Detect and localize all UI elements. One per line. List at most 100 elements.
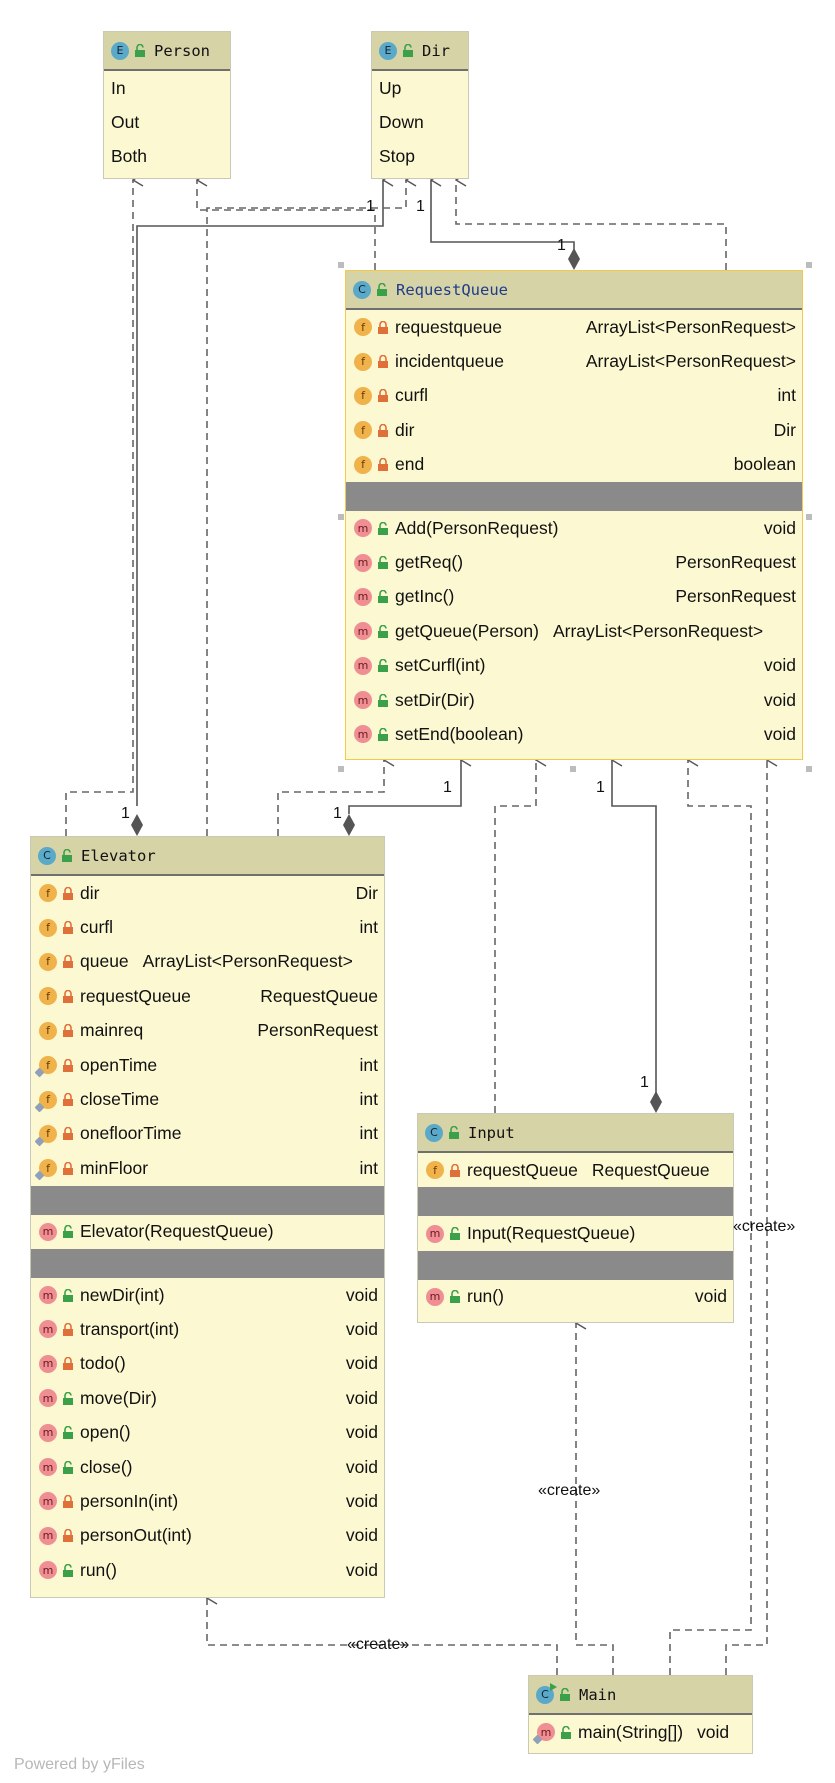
field-row[interactable]: f requestqueue ArrayList<PersonRequest> [346,310,802,344]
member-type: RequestQueue [260,985,378,1006]
method-row[interactable]: m Add(PersonRequest) void [346,511,802,545]
enum-constant[interactable]: Out [104,105,230,139]
method-row[interactable]: m run() void [418,1280,733,1314]
member-type: void [345,1456,378,1477]
section-separator [346,481,802,511]
selection-handle[interactable] [806,514,812,520]
method-row[interactable]: m setCurfl(int) void [346,649,802,683]
method-icon: m [39,1423,57,1442]
member-name: onefloorTime [80,1123,182,1144]
field-icon: f [354,386,372,405]
member-name: getQueue(Person) [395,620,539,641]
method-row[interactable]: m personIn(int) void [31,1484,384,1518]
method-row[interactable]: m run() void [31,1553,384,1587]
member-type: int [359,1123,378,1144]
class-icon: C [425,1123,443,1142]
method-row[interactable]: m getQueue(Person) ArrayList<PersonRequest… [346,614,802,648]
method-row[interactable]: m personOut(int) void [31,1519,384,1553]
class-input[interactable]: C Input f requestQueue RequestQueue m Input… [417,1113,734,1323]
field-row[interactable]: f openTime int [31,1048,384,1082]
class-dir[interactable]: E Dir Up Down Stop [371,31,469,179]
method-row[interactable]: m open() void [31,1415,384,1449]
method-row[interactable]: m close() void [31,1450,384,1484]
member-type: int [359,1054,378,1075]
field-row[interactable]: f queue ArrayList<PersonRequest> [31,945,384,979]
method-icon: m [39,1286,57,1305]
public-icon [377,659,389,673]
selection-handle[interactable] [806,262,812,268]
public-icon [377,521,389,535]
selection-handle[interactable] [338,262,344,268]
field-row[interactable]: f requestQueue RequestQueue [31,979,384,1013]
field-row[interactable]: f minFloor int [31,1151,384,1185]
field-row[interactable]: f end boolean [346,448,802,482]
field-icon: f [39,1159,57,1178]
stereotype-label: «create» [347,1636,410,1653]
public-icon [376,283,388,296]
method-row[interactable]: m newDir(int) void [31,1278,384,1312]
class-main[interactable]: C Main m main(String[]) void [528,1675,753,1754]
enum-constant[interactable]: Stop [372,140,468,174]
class-requestqueue[interactable]: C RequestQueue f requestqueue ArrayList<Pe… [345,270,803,760]
field-row[interactable]: f mainreq PersonRequest [31,1014,384,1048]
method-row[interactable]: m todo() void [31,1347,384,1381]
class-person[interactable]: E Person In Out Both [103,31,231,179]
private-icon [449,1163,461,1177]
private-icon [377,458,389,472]
selection-handle[interactable] [570,766,576,772]
member-type: void [345,1353,378,1374]
method-row[interactable]: m setEnd(boolean) void [346,717,802,751]
member-type: PersonRequest [257,1020,378,1041]
member-name: incidentqueue [395,351,504,372]
class-elevator[interactable]: C Elevator f dir Dir f curfl int f queue ArrayLi… [30,836,385,1598]
method-row[interactable]: m getInc() PersonRequest [346,580,802,614]
public-icon [62,1563,74,1577]
enum-constant[interactable]: Down [372,105,468,139]
constructor-row[interactable]: m Elevator(RequestQueue) [31,1215,384,1249]
multiplicity-label: 1 [121,805,130,822]
field-row[interactable]: f requestQueue RequestQueue [418,1153,733,1187]
enum-constant[interactable]: Both [104,140,230,174]
member-name: setCurfl(int) [395,655,486,676]
selection-handle[interactable] [338,766,344,772]
edge-input-requestqueue-dependency [494,760,536,1113]
field-row[interactable]: f curfl int [346,379,802,413]
selection-handle[interactable] [338,514,344,520]
field-row[interactable]: f dir Dir [31,876,384,910]
field-row[interactable]: f closeTime int [31,1082,384,1116]
field-row[interactable]: f curfl int [31,910,384,944]
section-separator [31,1248,384,1278]
field-row[interactable]: f dir Dir [346,413,802,447]
field-icon: f [39,1021,57,1040]
method-row[interactable]: m move(Dir) void [31,1381,384,1415]
class-header: E Person [104,32,230,71]
member-type: void [763,689,796,710]
enum-constant[interactable]: In [104,71,230,105]
edge-elevator-requestqueue-dependency [277,760,384,836]
member-type: void [345,1318,378,1339]
selection-handle[interactable] [806,766,812,772]
class-header: C Main [529,1676,752,1715]
member-name: end [395,454,425,475]
method-row[interactable]: m getReq() PersonRequest [346,545,802,579]
method-icon: m [354,622,372,641]
method-icon: m [39,1561,57,1580]
method-row[interactable]: m setDir(Dir) void [346,683,802,717]
member-type: RequestQueue [591,1159,710,1180]
private-icon [62,1161,74,1175]
enum-icon: E [379,41,397,60]
member-type: ArrayList<PersonRequest> [585,316,796,337]
field-icon: f [426,1161,444,1180]
member-type: void [345,1559,378,1580]
constructor-row[interactable]: m Input(RequestQueue) [418,1216,733,1250]
method-row[interactable]: m main(String[]) void [529,1715,752,1749]
enum-constant[interactable]: Up [372,71,468,105]
method-row[interactable]: m transport(int) void [31,1312,384,1346]
field-icon: f [354,318,372,337]
member-name: getInc() [395,586,455,607]
multiplicity-label: 1 [640,1074,649,1091]
method-icon: m [537,1723,555,1742]
field-row[interactable]: f incidentqueue ArrayList<PersonRequest> [346,344,802,378]
public-icon [134,44,146,57]
field-row[interactable]: f onefloorTime int [31,1117,384,1151]
